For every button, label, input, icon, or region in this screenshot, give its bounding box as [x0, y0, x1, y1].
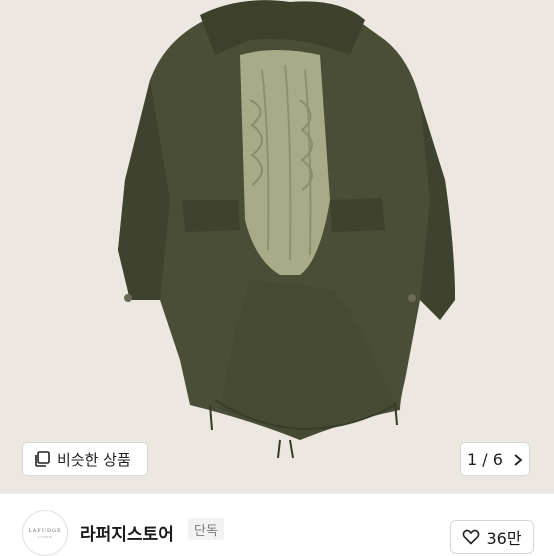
similar-products-button[interactable]: 비슷한 상품 [22, 442, 148, 476]
similar-products-label: 비슷한 상품 [57, 450, 131, 469]
chevron-right-icon [513, 452, 523, 466]
parka-illustration [118, 0, 455, 459]
image-counter-text: 1 / 6 [467, 449, 503, 469]
product-image[interactable] [0, 0, 554, 493]
like-button[interactable]: 36만 [450, 520, 534, 554]
heart-outline-icon [462, 529, 480, 545]
store-logo-subtext: STORE [37, 534, 53, 539]
like-count: 36만 [486, 529, 522, 548]
exclusive-badge: 단독 [188, 518, 224, 540]
store-name[interactable]: 라퍼지스토어 [80, 520, 174, 545]
store-logo-text: LAFUDGE [28, 527, 62, 534]
store-logo[interactable]: LAFUDGE STORE [22, 510, 68, 556]
copy-icon [33, 450, 51, 468]
image-counter[interactable]: 1 / 6 [460, 442, 530, 476]
